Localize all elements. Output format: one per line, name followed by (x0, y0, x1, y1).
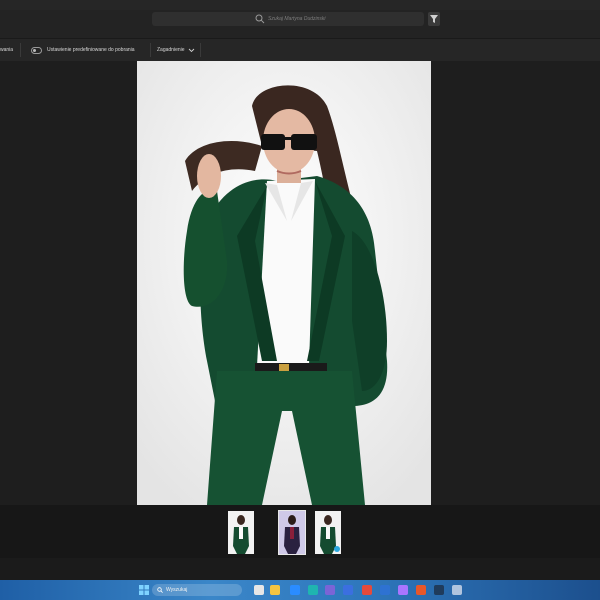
filmstrip (0, 505, 600, 558)
chevron-down-icon (188, 48, 194, 52)
toolbar-divider (200, 43, 201, 57)
toolbar-divider (20, 43, 21, 57)
search-box[interactable] (152, 12, 424, 26)
preset-toggle[interactable]: Ustawienie predefiniowane do pobrania (31, 39, 135, 61)
search-icon (255, 14, 265, 24)
file-explorer-icon[interactable] (270, 585, 280, 595)
window-title-bar (0, 0, 600, 10)
task-view-icon[interactable] (254, 585, 264, 595)
mail-icon[interactable] (343, 585, 353, 595)
taskbar-search[interactable]: Wyszukaj (152, 584, 242, 596)
filter-button[interactable] (428, 12, 440, 26)
windows-taskbar: Wyszukaj (0, 580, 600, 600)
toolbar-truncated-label: wania (0, 47, 14, 53)
main-photo[interactable] (137, 61, 431, 505)
preset-label: Ustawienie predefiniowane do pobrania (47, 47, 135, 53)
status-badge-icon (334, 546, 340, 552)
chrome-icon[interactable] (362, 585, 372, 595)
thumbnail-selected[interactable] (278, 510, 306, 555)
app-icon[interactable] (398, 585, 408, 595)
teams-icon[interactable] (325, 585, 335, 595)
edge-icon[interactable] (308, 585, 318, 595)
photo-illustration (137, 61, 431, 505)
filter-icon (430, 15, 438, 23)
toolbar-divider (150, 43, 151, 57)
search-input[interactable] (268, 12, 418, 26)
thumbnail-image (279, 511, 305, 554)
issues-label: Zagadnienie (157, 47, 185, 53)
toolbar-truncated-item[interactable]: wania (0, 39, 13, 61)
taskbar-search-icon (157, 587, 163, 593)
store-icon[interactable] (290, 585, 300, 595)
toolbar: wania Ustawienie predefiniowane do pobra… (0, 39, 600, 61)
bottom-panel (0, 558, 600, 580)
word-icon[interactable] (380, 585, 390, 595)
thumbnail-image (228, 511, 254, 554)
thumbnail[interactable] (315, 511, 341, 554)
lightroom-icon[interactable] (434, 585, 444, 595)
taskbar-search-label: Wyszukaj (166, 587, 188, 593)
issues-dropdown[interactable]: Zagadnienie (157, 39, 195, 61)
app-icon[interactable] (452, 585, 462, 595)
windows-start-icon[interactable] (139, 585, 149, 595)
image-viewer (0, 61, 600, 505)
firefox-icon[interactable] (416, 585, 426, 595)
thumbnail[interactable] (228, 511, 254, 554)
toggle-switch-icon[interactable] (31, 46, 42, 54)
